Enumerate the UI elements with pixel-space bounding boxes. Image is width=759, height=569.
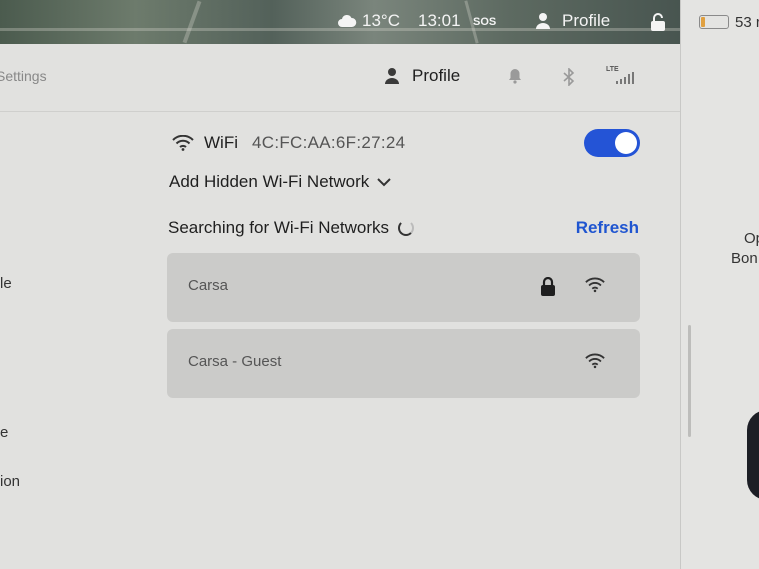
wifi-toggle[interactable]	[584, 129, 640, 157]
top-profile-button[interactable]: Profile	[535, 11, 610, 31]
mac-address: 4C:FC:AA:6F:27:24	[251, 133, 406, 152]
wifi-title: WiFi	[204, 133, 238, 152]
network-item[interactable]: Carsa	[167, 253, 640, 322]
add-hidden-network-label: Add Hidden Wi-Fi Network	[169, 172, 370, 191]
temperature-text: 13°C	[362, 11, 400, 30]
right-side-panel: 53 r Op Bon	[680, 0, 759, 569]
add-hidden-network-dropdown[interactable]: Add Hidden Wi-Fi Network	[169, 172, 391, 192]
panel-header: Settings Profile LTE	[0, 44, 680, 112]
cellular-status: LTE	[606, 66, 634, 84]
top-profile-label: Profile	[562, 11, 611, 30]
bluetooth-icon[interactable]	[563, 68, 575, 86]
network-name: Carsa - Guest	[188, 353, 282, 370]
dark-object	[747, 410, 759, 500]
settings-panel: Settings Profile LTE le e ion WiFi 4C:FC…	[0, 44, 680, 569]
bell-icon[interactable]	[508, 68, 522, 84]
weather-status[interactable]: 13°C	[337, 11, 400, 31]
person-icon	[536, 13, 550, 29]
profile-button[interactable]: Profile	[384, 66, 460, 86]
battery-icon	[699, 15, 729, 29]
sidebar-item-fragment[interactable]: ion	[0, 473, 20, 490]
loading-spinner-icon	[398, 220, 415, 236]
sos-text: SOS	[473, 16, 497, 28]
settings-breadcrumb[interactable]: Settings	[0, 68, 47, 84]
scrollbar[interactable]	[688, 325, 691, 437]
unlock-icon[interactable]	[650, 13, 666, 31]
refresh-button[interactable]: Refresh	[576, 218, 639, 238]
network-name: Carsa	[188, 277, 229, 294]
sidebar-item-fragment[interactable]: le	[0, 275, 12, 292]
wifi-signal-icon	[585, 353, 605, 369]
wifi-icon	[172, 135, 194, 151]
person-icon	[385, 68, 399, 84]
wifi-signal-icon	[585, 277, 605, 293]
right-panel-text-op: Op	[744, 230, 759, 247]
searching-text: Searching for Wi-Fi Networks	[168, 218, 390, 237]
signal-bars-icon	[616, 72, 634, 84]
lock-icon	[541, 277, 555, 296]
toggle-knob	[615, 132, 637, 154]
wifi-header: WiFi 4C:FC:AA:6F:27:24	[172, 129, 640, 157]
cloud-icon	[338, 14, 357, 27]
battery-text: 53 r	[735, 14, 759, 31]
sidebar-item-fragment[interactable]: e	[0, 424, 8, 441]
profile-label: Profile	[412, 66, 461, 85]
top-status-bar: 13°C 13:01 SOS Profile	[0, 0, 680, 44]
chevron-down-icon	[377, 178, 391, 187]
search-status-row: Searching for Wi-Fi Networks Refresh	[168, 216, 639, 240]
right-panel-text-bon: Bon	[731, 250, 758, 267]
network-item[interactable]: Carsa - Guest	[167, 329, 640, 398]
clock-text: 13:01	[418, 11, 461, 30]
